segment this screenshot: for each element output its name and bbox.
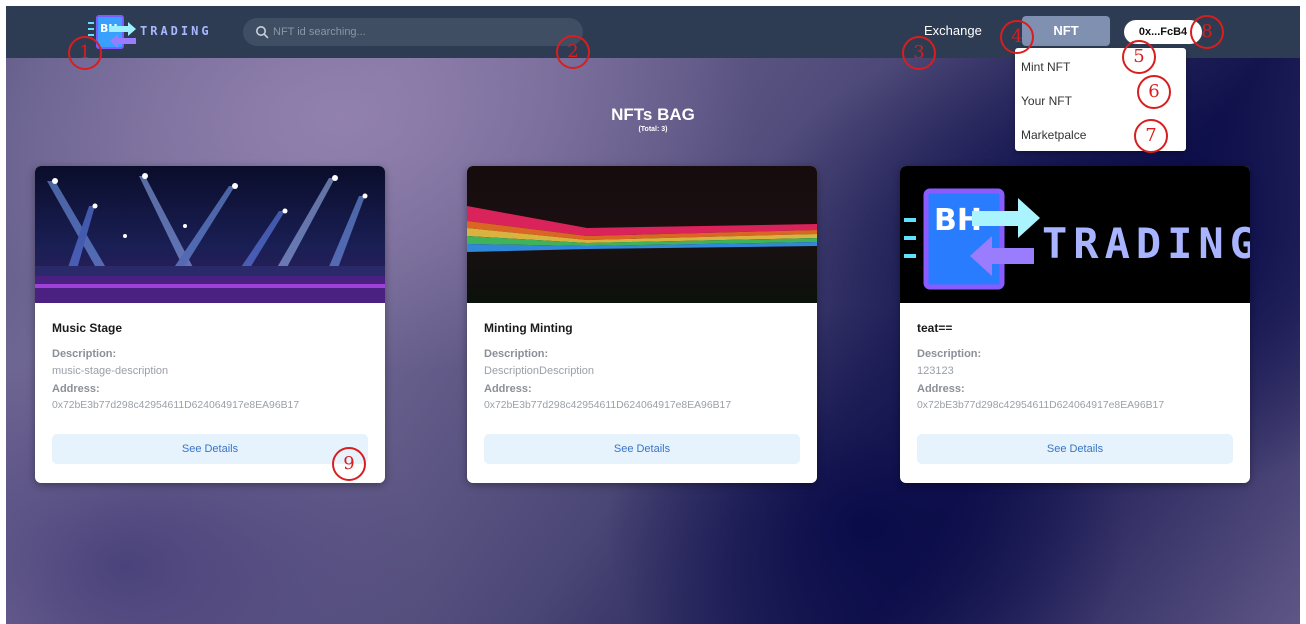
annotation-marker: 7 — [1134, 119, 1168, 153]
nft-title: Minting Minting — [484, 321, 573, 335]
address-label: Address: — [917, 383, 965, 395]
address-value: 0x72bE3b77d298c42954611D624064917e8EA96B… — [484, 400, 732, 411]
see-details-button[interactable]: See Details — [52, 434, 368, 464]
search-input[interactable] — [273, 22, 573, 42]
annotation-marker: 2 — [556, 35, 590, 69]
annotation-marker: 4 — [1000, 20, 1034, 54]
description-value: DescriptionDescription — [484, 365, 595, 377]
menu-item-mint-nft[interactable]: Mint NFT — [1021, 60, 1070, 74]
search-icon — [256, 26, 269, 39]
description-value: music-stage-description — [52, 365, 169, 377]
nav-exchange-link[interactable]: Exchange — [924, 23, 982, 38]
nft-card: Music Stage Description: music-stage-des… — [35, 166, 385, 483]
annotation-marker: 3 — [902, 36, 936, 70]
nft-title: teat== — [917, 321, 953, 335]
description-label: Description: — [52, 348, 117, 360]
see-details-button[interactable]: See Details — [484, 434, 800, 464]
neon-streaks-image — [467, 166, 817, 303]
app-window: BH TRADING Exchange NFT 0x...FcB4 Mint N… — [6, 6, 1300, 624]
address-value: 0x72bE3b77d298c42954611D624064917e8EA96B… — [52, 400, 300, 411]
brand-text: TRADING — [140, 24, 212, 38]
annotation-marker: 5 — [1122, 40, 1156, 74]
svg-text:TRADING: TRADING — [1042, 219, 1250, 268]
description-label: Description: — [917, 348, 982, 360]
annotation-marker: 9 — [332, 447, 366, 481]
annotation-marker: 1 — [68, 36, 102, 70]
concert-stage-image — [35, 166, 385, 303]
address-label: Address: — [484, 383, 532, 395]
description-value: 123123 — [917, 365, 954, 377]
nft-card: Minting Minting Description: Description… — [467, 166, 817, 483]
nft-card: BH TRADING teat== Description: 123123 Ad… — [900, 166, 1250, 483]
annotation-marker: 8 — [1190, 15, 1224, 49]
nft-title: Music Stage — [52, 321, 123, 335]
description-label: Description: — [484, 348, 549, 360]
search-bar[interactable] — [243, 18, 583, 46]
page-total-count: (Total: 3) — [638, 126, 668, 133]
nav-nft-menu-button[interactable]: NFT — [1022, 16, 1110, 46]
address-value: 0x72bE3b77d298c42954611D624064917e8EA96B… — [917, 400, 1165, 411]
annotation-marker: 6 — [1137, 75, 1171, 109]
see-details-button[interactable]: See Details — [917, 434, 1233, 464]
bh-trading-logo-image: BH TRADING — [900, 166, 1250, 303]
brand-logo[interactable]: BH TRADING — [88, 12, 209, 52]
address-label: Address: — [52, 383, 100, 395]
page-title: NFTs BAG — [611, 105, 695, 124]
